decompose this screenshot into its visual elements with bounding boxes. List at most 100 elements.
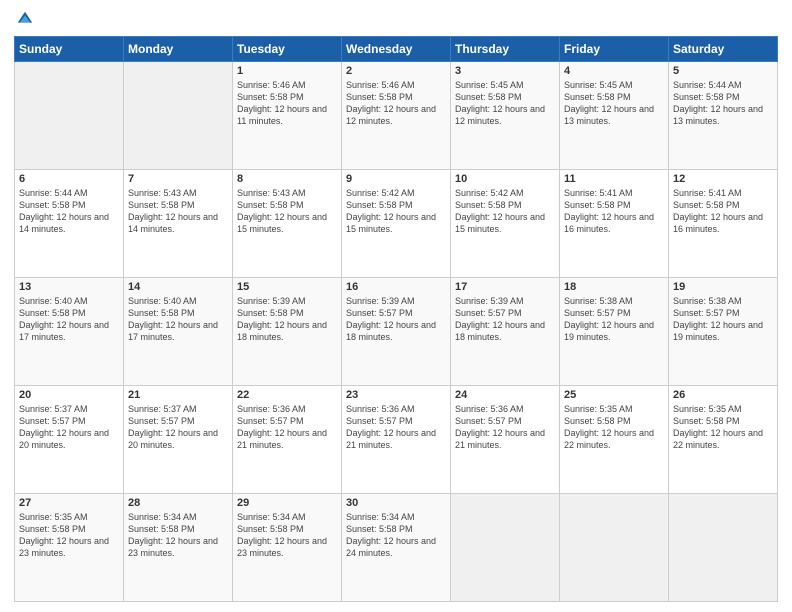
day-info: Sunrise: 5:36 AM Sunset: 5:57 PM Dayligh… (346, 403, 446, 452)
day-info: Sunrise: 5:35 AM Sunset: 5:58 PM Dayligh… (673, 403, 773, 452)
logo (14, 10, 34, 28)
day-number: 11 (564, 173, 664, 185)
calendar-cell: 3 Sunrise: 5:45 AM Sunset: 5:58 PM Daylig… (451, 62, 560, 170)
day-info: Sunrise: 5:39 AM Sunset: 5:57 PM Dayligh… (455, 295, 555, 344)
weekday-header-monday: Monday (124, 37, 233, 62)
day-info: Sunrise: 5:37 AM Sunset: 5:57 PM Dayligh… (128, 403, 228, 452)
day-info: Sunrise: 5:43 AM Sunset: 5:58 PM Dayligh… (237, 187, 337, 236)
day-number: 3 (455, 65, 555, 77)
day-info: Sunrise: 5:46 AM Sunset: 5:58 PM Dayligh… (237, 79, 337, 128)
day-number: 2 (346, 65, 446, 77)
day-info: Sunrise: 5:36 AM Sunset: 5:57 PM Dayligh… (455, 403, 555, 452)
calendar-cell: 7Sunrise: 5:43 AM Sunset: 5:58 PM Daylig… (124, 170, 233, 278)
day-number: 18 (564, 281, 664, 293)
calendar-week-row: 27 Sunrise: 5:35 AM Sunset: 5:58 PM Dayli… (15, 494, 778, 602)
day-number: 1 (237, 65, 337, 77)
day-number: 13 (19, 281, 119, 293)
calendar-cell: 4 Sunrise: 5:45 AM Sunset: 5:58 PM Daylig… (560, 62, 669, 170)
day-info: Sunrise: 5:41 AM Sunset: 5:58 PM Dayligh… (673, 187, 773, 236)
calendar-cell: 29 Sunrise: 5:34 AM Sunset: 5:58 PM Dayli… (233, 494, 342, 602)
calendar-cell: 10Sunrise: 5:42 AM Sunset: 5:58 PM Dayli… (451, 170, 560, 278)
day-number: 23 (346, 389, 446, 401)
weekday-header-row: SundayMondayTuesdayWednesdayThursdayFrid… (15, 37, 778, 62)
day-number: 27 (19, 497, 119, 509)
day-number: 9 (346, 173, 446, 185)
calendar-cell (451, 494, 560, 602)
day-number: 20 (19, 389, 119, 401)
calendar-cell (560, 494, 669, 602)
day-number: 26 (673, 389, 773, 401)
calendar-cell: 22Sunrise: 5:36 AM Sunset: 5:57 PM Dayli… (233, 386, 342, 494)
calendar-cell: 1 Sunrise: 5:46 AM Sunset: 5:58 PM Daylig… (233, 62, 342, 170)
day-info: Sunrise: 5:44 AM Sunset: 5:58 PM Dayligh… (673, 79, 773, 128)
day-number: 30 (346, 497, 446, 509)
calendar-cell: 15 Sunrise: 5:39 AM Sunset: 5:58 PM Dayli… (233, 278, 342, 386)
day-number: 21 (128, 389, 228, 401)
weekday-header-friday: Friday (560, 37, 669, 62)
day-info: Sunrise: 5:39 AM Sunset: 5:57 PM Dayligh… (346, 295, 446, 344)
day-info: Sunrise: 5:35 AM Sunset: 5:58 PM Dayligh… (19, 511, 119, 560)
calendar-cell: 18 Sunrise: 5:38 AM Sunset: 5:57 PM Dayli… (560, 278, 669, 386)
page: SundayMondayTuesdayWednesdayThursdayFrid… (0, 0, 792, 612)
day-number: 8 (237, 173, 337, 185)
day-number: 14 (128, 281, 228, 293)
calendar-cell: 19 Sunrise: 5:38 AM Sunset: 5:57 PM Dayli… (669, 278, 778, 386)
day-number: 22 (237, 389, 337, 401)
day-info: Sunrise: 5:44 AM Sunset: 5:58 PM Dayligh… (19, 187, 119, 236)
calendar-cell (124, 62, 233, 170)
calendar-week-row: 1 Sunrise: 5:46 AM Sunset: 5:58 PM Daylig… (15, 62, 778, 170)
weekday-header-saturday: Saturday (669, 37, 778, 62)
day-number: 25 (564, 389, 664, 401)
weekday-header-wednesday: Wednesday (342, 37, 451, 62)
weekday-header-thursday: Thursday (451, 37, 560, 62)
day-info: Sunrise: 5:37 AM Sunset: 5:57 PM Dayligh… (19, 403, 119, 452)
calendar-cell: 25 Sunrise: 5:35 AM Sunset: 5:58 PM Dayli… (560, 386, 669, 494)
calendar-week-row: 13 Sunrise: 5:40 AM Sunset: 5:58 PM Dayli… (15, 278, 778, 386)
calendar-week-row: 20 Sunrise: 5:37 AM Sunset: 5:57 PM Dayli… (15, 386, 778, 494)
day-info: Sunrise: 5:35 AM Sunset: 5:58 PM Dayligh… (564, 403, 664, 452)
day-number: 5 (673, 65, 773, 77)
day-info: Sunrise: 5:39 AM Sunset: 5:58 PM Dayligh… (237, 295, 337, 344)
day-number: 15 (237, 281, 337, 293)
calendar-cell: 9 Sunrise: 5:42 AM Sunset: 5:58 PM Daylig… (342, 170, 451, 278)
day-info: Sunrise: 5:45 AM Sunset: 5:58 PM Dayligh… (455, 79, 555, 128)
calendar-cell: 20 Sunrise: 5:37 AM Sunset: 5:57 PM Dayli… (15, 386, 124, 494)
calendar-cell: 23 Sunrise: 5:36 AM Sunset: 5:57 PM Dayli… (342, 386, 451, 494)
calendar-cell: 21 Sunrise: 5:37 AM Sunset: 5:57 PM Dayli… (124, 386, 233, 494)
weekday-header-tuesday: Tuesday (233, 37, 342, 62)
day-info: Sunrise: 5:42 AM Sunset: 5:58 PM Dayligh… (346, 187, 446, 236)
day-number: 29 (237, 497, 337, 509)
day-number: 19 (673, 281, 773, 293)
calendar-cell: 12Sunrise: 5:41 AM Sunset: 5:58 PM Dayli… (669, 170, 778, 278)
day-info: Sunrise: 5:34 AM Sunset: 5:58 PM Dayligh… (237, 511, 337, 560)
day-info: Sunrise: 5:40 AM Sunset: 5:58 PM Dayligh… (128, 295, 228, 344)
calendar-table: SundayMondayTuesdayWednesdayThursdayFrid… (14, 36, 778, 602)
day-number: 6 (19, 173, 119, 185)
day-info: Sunrise: 5:45 AM Sunset: 5:58 PM Dayligh… (564, 79, 664, 128)
weekday-header-sunday: Sunday (15, 37, 124, 62)
day-info: Sunrise: 5:38 AM Sunset: 5:57 PM Dayligh… (673, 295, 773, 344)
calendar-cell: 5 Sunrise: 5:44 AM Sunset: 5:58 PM Daylig… (669, 62, 778, 170)
calendar-cell: 2 Sunrise: 5:46 AM Sunset: 5:58 PM Daylig… (342, 62, 451, 170)
day-number: 17 (455, 281, 555, 293)
day-number: 16 (346, 281, 446, 293)
calendar-week-row: 6 Sunrise: 5:44 AM Sunset: 5:58 PM Daylig… (15, 170, 778, 278)
day-info: Sunrise: 5:46 AM Sunset: 5:58 PM Dayligh… (346, 79, 446, 128)
day-info: Sunrise: 5:34 AM Sunset: 5:58 PM Dayligh… (346, 511, 446, 560)
day-info: Sunrise: 5:43 AM Sunset: 5:58 PM Dayligh… (128, 187, 228, 236)
calendar-cell: 6 Sunrise: 5:44 AM Sunset: 5:58 PM Daylig… (15, 170, 124, 278)
calendar-cell: 28Sunrise: 5:34 AM Sunset: 5:58 PM Dayli… (124, 494, 233, 602)
day-number: 24 (455, 389, 555, 401)
header (14, 10, 778, 28)
day-info: Sunrise: 5:38 AM Sunset: 5:57 PM Dayligh… (564, 295, 664, 344)
day-info: Sunrise: 5:42 AM Sunset: 5:58 PM Dayligh… (455, 187, 555, 236)
calendar-cell (669, 494, 778, 602)
day-number: 4 (564, 65, 664, 77)
day-number: 28 (128, 497, 228, 509)
calendar-cell: 13Sunrise: 5:40 AM Sunset: 5:58 PM Dayli… (15, 278, 124, 386)
day-info: Sunrise: 5:41 AM Sunset: 5:58 PM Dayligh… (564, 187, 664, 236)
calendar-cell: 8 Sunrise: 5:43 AM Sunset: 5:58 PM Daylig… (233, 170, 342, 278)
calendar-cell (15, 62, 124, 170)
calendar-cell: 11 Sunrise: 5:41 AM Sunset: 5:58 PM Dayli… (560, 170, 669, 278)
calendar-cell: 17 Sunrise: 5:39 AM Sunset: 5:57 PM Dayli… (451, 278, 560, 386)
